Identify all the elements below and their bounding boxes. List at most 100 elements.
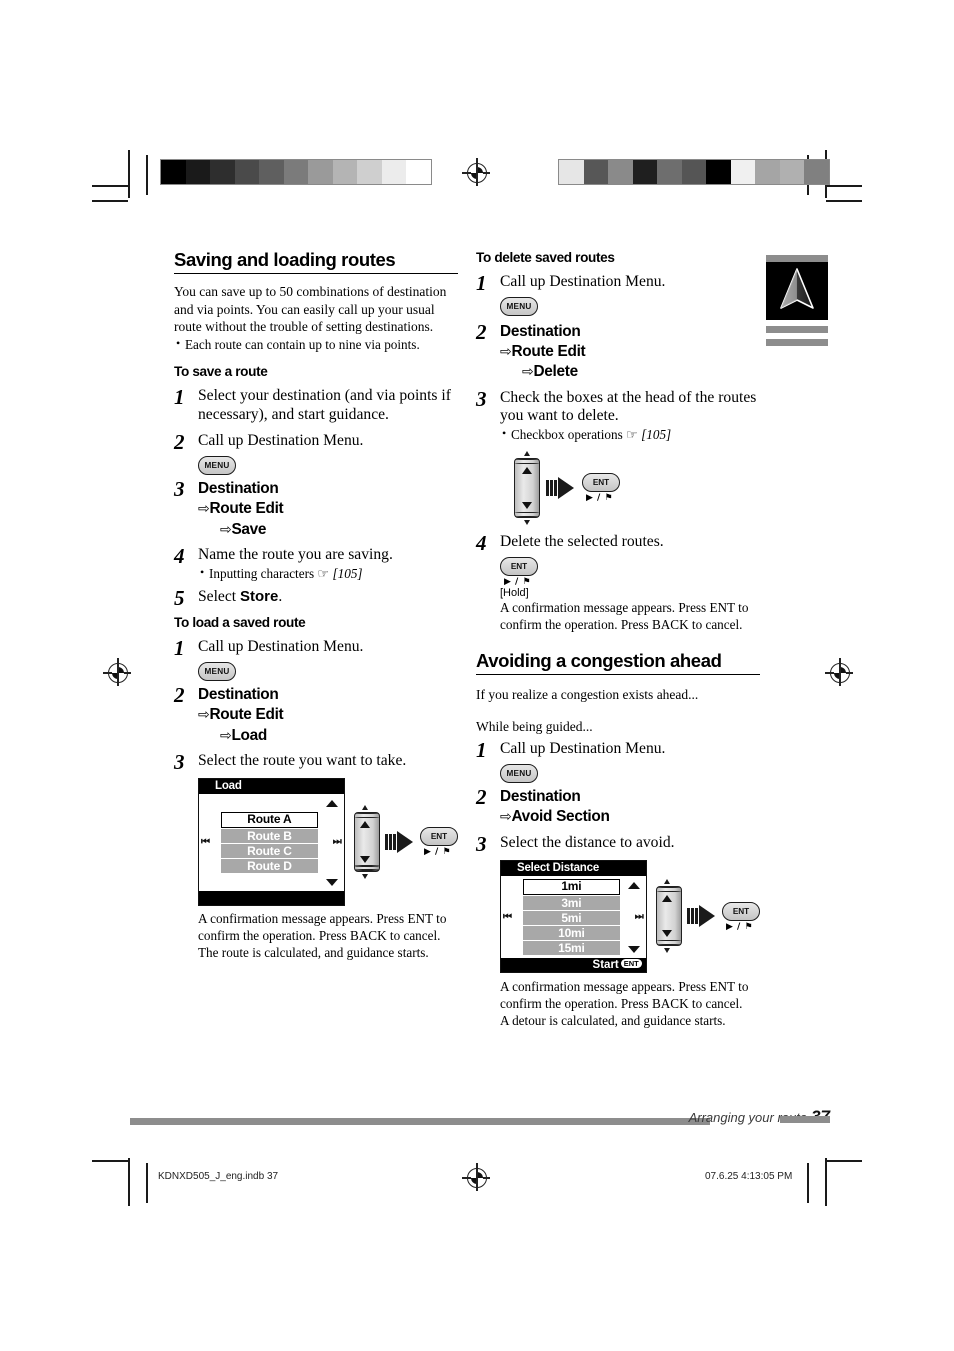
step-number: 3 <box>476 831 487 856</box>
calibration-swatch <box>332 160 357 184</box>
list-item[interactable]: 1mi <box>523 878 620 895</box>
step-save-1: 1 Select your destination (and via point… <box>174 384 458 424</box>
step-congestion-3: 3 Select the distance to avoid. Select D… <box>476 831 760 1029</box>
flow-arrow-icon <box>385 830 414 853</box>
step-save-3: 3 Destination ⇨Route Edit ⇨Save <box>174 477 458 540</box>
list-item[interactable]: Route A <box>221 811 318 828</box>
thumb-bar-top <box>766 255 828 262</box>
step-number: 2 <box>174 430 185 455</box>
step-number: 1 <box>174 384 185 409</box>
load-screen: Load ⏮ ⏭ Route A Route B Route C Route D <box>198 777 345 906</box>
menu-button[interactable]: MENU <box>198 455 236 475</box>
ent-button-sublabel: ▶ / ⚑ <box>726 921 754 932</box>
select-distance-title: Select Distance <box>501 860 646 876</box>
step-bullet-text: Checkbox operations <box>511 427 623 443</box>
scroll-up-icon[interactable] <box>627 881 640 889</box>
subheading-load-route: To load a saved route <box>174 615 306 631</box>
list-item[interactable]: 5mi <box>523 910 620 925</box>
rocker-tick-up-icon <box>524 450 530 456</box>
menu-button[interactable]: MENU <box>198 661 236 681</box>
menu-button[interactable]: MENU <box>500 764 538 784</box>
hold-label: [Hold] <box>500 586 529 599</box>
rocker-arrow-up-icon <box>661 895 672 902</box>
ent-button-sublabel: ▶ / ⚑ <box>504 576 532 587</box>
rocker-switch-icon[interactable] <box>655 879 682 953</box>
ent-button[interactable]: ENT <box>420 827 458 847</box>
step-delete-4: 4 Delete the selected routes. ENT ▶ / ⚑ … <box>476 530 760 633</box>
calibration-swatch <box>381 160 406 184</box>
step-number: 1 <box>476 271 487 295</box>
step-save-4: 4 Name the route you are saving. Inputti… <box>174 543 458 583</box>
left-column: Saving and loading routes You can save u… <box>174 249 458 961</box>
step-congestion-2: 2 Destination ⇨Avoid Section <box>476 785 760 828</box>
ent-button[interactable]: ENT <box>722 901 760 921</box>
list-item[interactable]: 10mi <box>523 925 620 940</box>
step-text: Call up Destination Menu. <box>500 273 666 290</box>
menu-path-level-2: ⇨Route Edit <box>198 500 284 518</box>
ent-hold-group: ENT ▶ / ⚑ [Hold] <box>500 556 760 599</box>
scroll-down-icon[interactable] <box>325 878 338 886</box>
arrow-icon: ⇨ <box>220 727 232 744</box>
arrow-icon: ⇨ <box>500 809 512 826</box>
step-number: 1 <box>174 636 185 661</box>
crop-mark-top-left-v2 <box>146 155 148 195</box>
calibration-swatch <box>161 160 186 184</box>
menu-button[interactable]: MENU <box>500 296 538 316</box>
page-footer-rule: Arranging your route37 <box>130 1107 830 1126</box>
calibration-swatch <box>779 160 804 184</box>
rocker-tick-down-icon <box>524 519 530 525</box>
distance-widget-row: Select Distance ⏮ ⏭ 1mi 3mi 5mi 10mi 15m… <box>500 859 760 973</box>
ent-button[interactable]: ENT <box>500 556 538 576</box>
scroll-down-icon[interactable] <box>627 945 640 953</box>
skip-previous-icon[interactable]: ⏮ <box>201 837 210 848</box>
rocker-arrow-up-icon <box>359 820 370 828</box>
calibration-swatch <box>406 160 431 184</box>
flow-arrow-icon <box>546 476 576 499</box>
list-item[interactable]: Route B <box>221 828 318 843</box>
chapter-thumb-index <box>766 255 828 346</box>
list-item[interactable]: Route C <box>221 843 318 858</box>
step-text-post: . <box>278 587 283 605</box>
step-bullet-ref: [105] <box>641 427 672 443</box>
rocker-switch-icon[interactable] <box>353 804 380 879</box>
ref-icon: ☞ <box>317 565 330 581</box>
skip-previous-icon[interactable]: ⏮ <box>503 911 512 922</box>
step-delete-2: 2 Destination ⇨Route Edit ⇨Delete <box>476 320 760 383</box>
page-title: Saving and loading routes <box>174 249 458 275</box>
step-number: 4 <box>476 530 487 555</box>
scroll-up-icon[interactable] <box>325 799 338 807</box>
rocker-switch-icon[interactable] <box>514 450 540 525</box>
ent-button[interactable]: ENT <box>582 473 620 493</box>
ent-button-group: ENT ▶ / ⚑ <box>582 472 620 503</box>
rocker-arrow-up-icon <box>522 466 532 474</box>
subheading-delete-routes: To delete saved routes <box>476 250 615 265</box>
load-screen-rows: ⏮ ⏭ Route A Route B Route C Route D <box>199 793 344 891</box>
calibration-swatch <box>657 160 682 184</box>
calibration-swatch <box>681 160 706 184</box>
registration-mark-right <box>825 658 853 686</box>
thumb-bar-bottom <box>766 339 828 346</box>
crop-mark-bottom-left-v2 <box>146 1163 148 1203</box>
menu-path: Destination ⇨Route Edit ⇨Save <box>198 479 458 540</box>
load-screen-footer <box>199 890 344 905</box>
list-item[interactable]: Route D <box>221 858 318 873</box>
calibration-bar-right <box>558 159 830 185</box>
crop-mark-top-left-h2 <box>92 200 128 202</box>
skip-next-icon[interactable]: ⏭ <box>635 911 644 922</box>
select-distance-rows: ⏮ ⏭ 1mi 3mi 5mi 10mi 15mi <box>501 875 646 958</box>
footer-rule-left <box>130 1117 710 1125</box>
registration-mark-top <box>462 158 490 186</box>
step-bullet: Checkbox operations ☞ [105] <box>500 426 760 444</box>
rocker-arrow-down-icon <box>522 501 532 509</box>
list-item[interactable]: 3mi <box>523 895 620 910</box>
crop-mark-top-left-h1 <box>92 185 128 187</box>
select-distance-screen: Select Distance ⏮ ⏭ 1mi 3mi 5mi 10mi 15m… <box>500 859 647 973</box>
skip-next-icon[interactable]: ⏭ <box>333 837 342 848</box>
list-item[interactable]: 15mi <box>523 940 620 955</box>
crop-mark-top-left-v <box>128 150 130 198</box>
step-delete-1: 1 Call up Destination Menu. MENU <box>476 271 760 316</box>
congestion-note: A confirmation message appears. Press EN… <box>500 978 749 1011</box>
menu-path: Destination ⇨Avoid Section <box>500 787 760 828</box>
step-number: 4 <box>174 543 185 568</box>
rocker-arrow-down-icon <box>359 855 370 863</box>
